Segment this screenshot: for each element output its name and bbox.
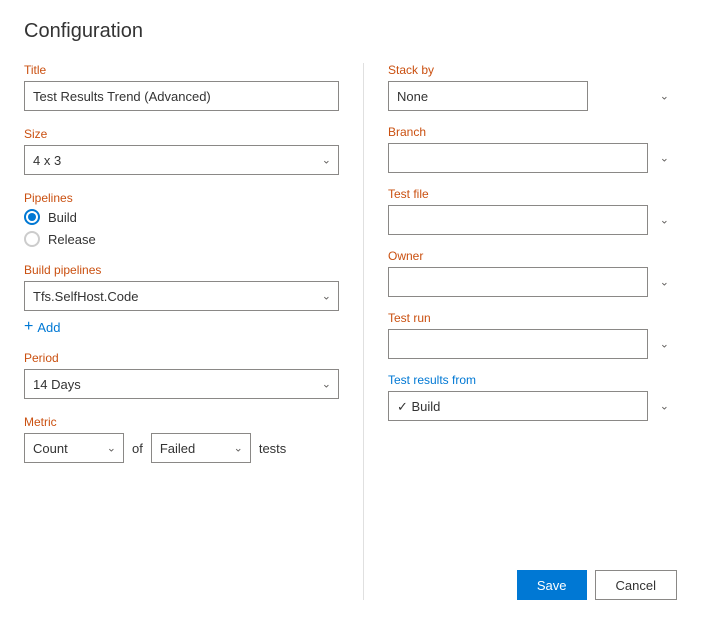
branch-label: Branch (388, 125, 677, 139)
pipeline-release-radio[interactable] (24, 231, 40, 247)
pipeline-build-option[interactable]: Build (24, 209, 339, 225)
test-results-from-label: Test results from (388, 373, 677, 387)
branch-select[interactable] (388, 143, 648, 173)
owner-section: Owner ⌄ (388, 249, 677, 297)
build-pipeline-select[interactable]: Tfs.SelfHost.Code (24, 281, 339, 311)
metric-failed-select[interactable]: Failed Passed Total (151, 433, 251, 463)
pipeline-build-radio[interactable] (24, 209, 40, 225)
pipeline-release-label: Release (48, 232, 96, 247)
stack-by-select-wrapper: None Priority Outcome ⌄ (388, 81, 677, 111)
cancel-button[interactable]: Cancel (595, 570, 677, 600)
branch-select-wrapper: ⌄ (388, 143, 677, 173)
period-select[interactable]: 14 Days 7 Days 30 Days 60 Days (24, 369, 339, 399)
test-file-select-wrapper: ⌄ (388, 205, 677, 235)
build-pipeline-select-wrapper: Tfs.SelfHost.Code ⌄ (24, 281, 339, 311)
owner-chevron-icon: ⌄ (660, 276, 669, 289)
pipeline-release-option[interactable]: Release (24, 231, 339, 247)
test-results-from-section: Test results from ✓ Build Release ⌄ (388, 373, 677, 421)
size-field-section: Size 4 x 3 1 x 1 2 x 1 2 x 2 3 x 2 5 x 4… (24, 127, 339, 175)
metric-row: Count Duration ⌄ of Failed Passed Total … (24, 433, 339, 463)
test-file-select[interactable] (388, 205, 648, 235)
owner-label: Owner (388, 249, 677, 263)
pipeline-radio-group: Build Release (24, 209, 339, 247)
footer-buttons: Save Cancel (388, 562, 677, 600)
branch-chevron-icon: ⌄ (660, 152, 669, 165)
period-select-wrapper: 14 Days 7 Days 30 Days 60 Days ⌄ (24, 369, 339, 399)
size-select[interactable]: 4 x 3 1 x 1 2 x 1 2 x 2 3 x 2 5 x 4 (24, 145, 339, 175)
stack-by-section: Stack by None Priority Outcome ⌄ (388, 63, 677, 111)
test-results-from-chevron-icon: ⌄ (660, 400, 669, 413)
test-run-select-wrapper: ⌄ (388, 329, 677, 359)
metric-count-wrapper: Count Duration ⌄ (24, 433, 124, 463)
branch-section: Branch ⌄ (388, 125, 677, 173)
pipelines-section: Pipelines Build Release (24, 191, 339, 247)
pipeline-build-label: Build (48, 210, 77, 225)
test-run-chevron-icon: ⌄ (660, 338, 669, 351)
stack-by-select[interactable]: None Priority Outcome (388, 81, 588, 111)
size-select-wrapper: 4 x 3 1 x 1 2 x 1 2 x 2 3 x 2 5 x 4 ⌄ (24, 145, 339, 175)
test-results-from-select[interactable]: ✓ Build Release (388, 391, 648, 421)
metric-of-text: of (132, 441, 143, 456)
stack-by-chevron-icon: ⌄ (660, 90, 669, 103)
add-icon: + (24, 319, 33, 335)
stack-by-label: Stack by (388, 63, 677, 77)
title-label: Title (24, 63, 339, 77)
owner-select-wrapper: ⌄ (388, 267, 677, 297)
title-field-section: Title (24, 63, 339, 111)
page-title: Configuration (24, 20, 677, 43)
test-file-section: Test file ⌄ (388, 187, 677, 235)
test-file-label: Test file (388, 187, 677, 201)
test-results-from-select-wrapper: ✓ Build Release ⌄ (388, 391, 677, 421)
metric-section: Metric Count Duration ⌄ of Failed Passed (24, 415, 339, 463)
title-input[interactable] (24, 81, 339, 111)
metric-failed-wrapper: Failed Passed Total ⌄ (151, 433, 251, 463)
test-run-label: Test run (388, 311, 677, 325)
pipelines-label: Pipelines (24, 191, 339, 205)
add-label: Add (37, 320, 60, 335)
save-button[interactable]: Save (517, 570, 587, 600)
build-pipelines-label: Build pipelines (24, 263, 339, 277)
metric-label: Metric (24, 415, 339, 429)
owner-select[interactable] (388, 267, 648, 297)
metric-tests-text: tests (259, 441, 286, 456)
test-run-select[interactable] (388, 329, 648, 359)
size-label: Size (24, 127, 339, 141)
test-file-chevron-icon: ⌄ (660, 214, 669, 227)
metric-count-select[interactable]: Count Duration (24, 433, 124, 463)
test-run-section: Test run ⌄ (388, 311, 677, 359)
period-label: Period (24, 351, 339, 365)
period-section: Period 14 Days 7 Days 30 Days 60 Days ⌄ (24, 351, 339, 399)
build-pipelines-section: Build pipelines Tfs.SelfHost.Code ⌄ + Ad… (24, 263, 339, 335)
add-pipeline-button[interactable]: + Add (24, 319, 339, 335)
